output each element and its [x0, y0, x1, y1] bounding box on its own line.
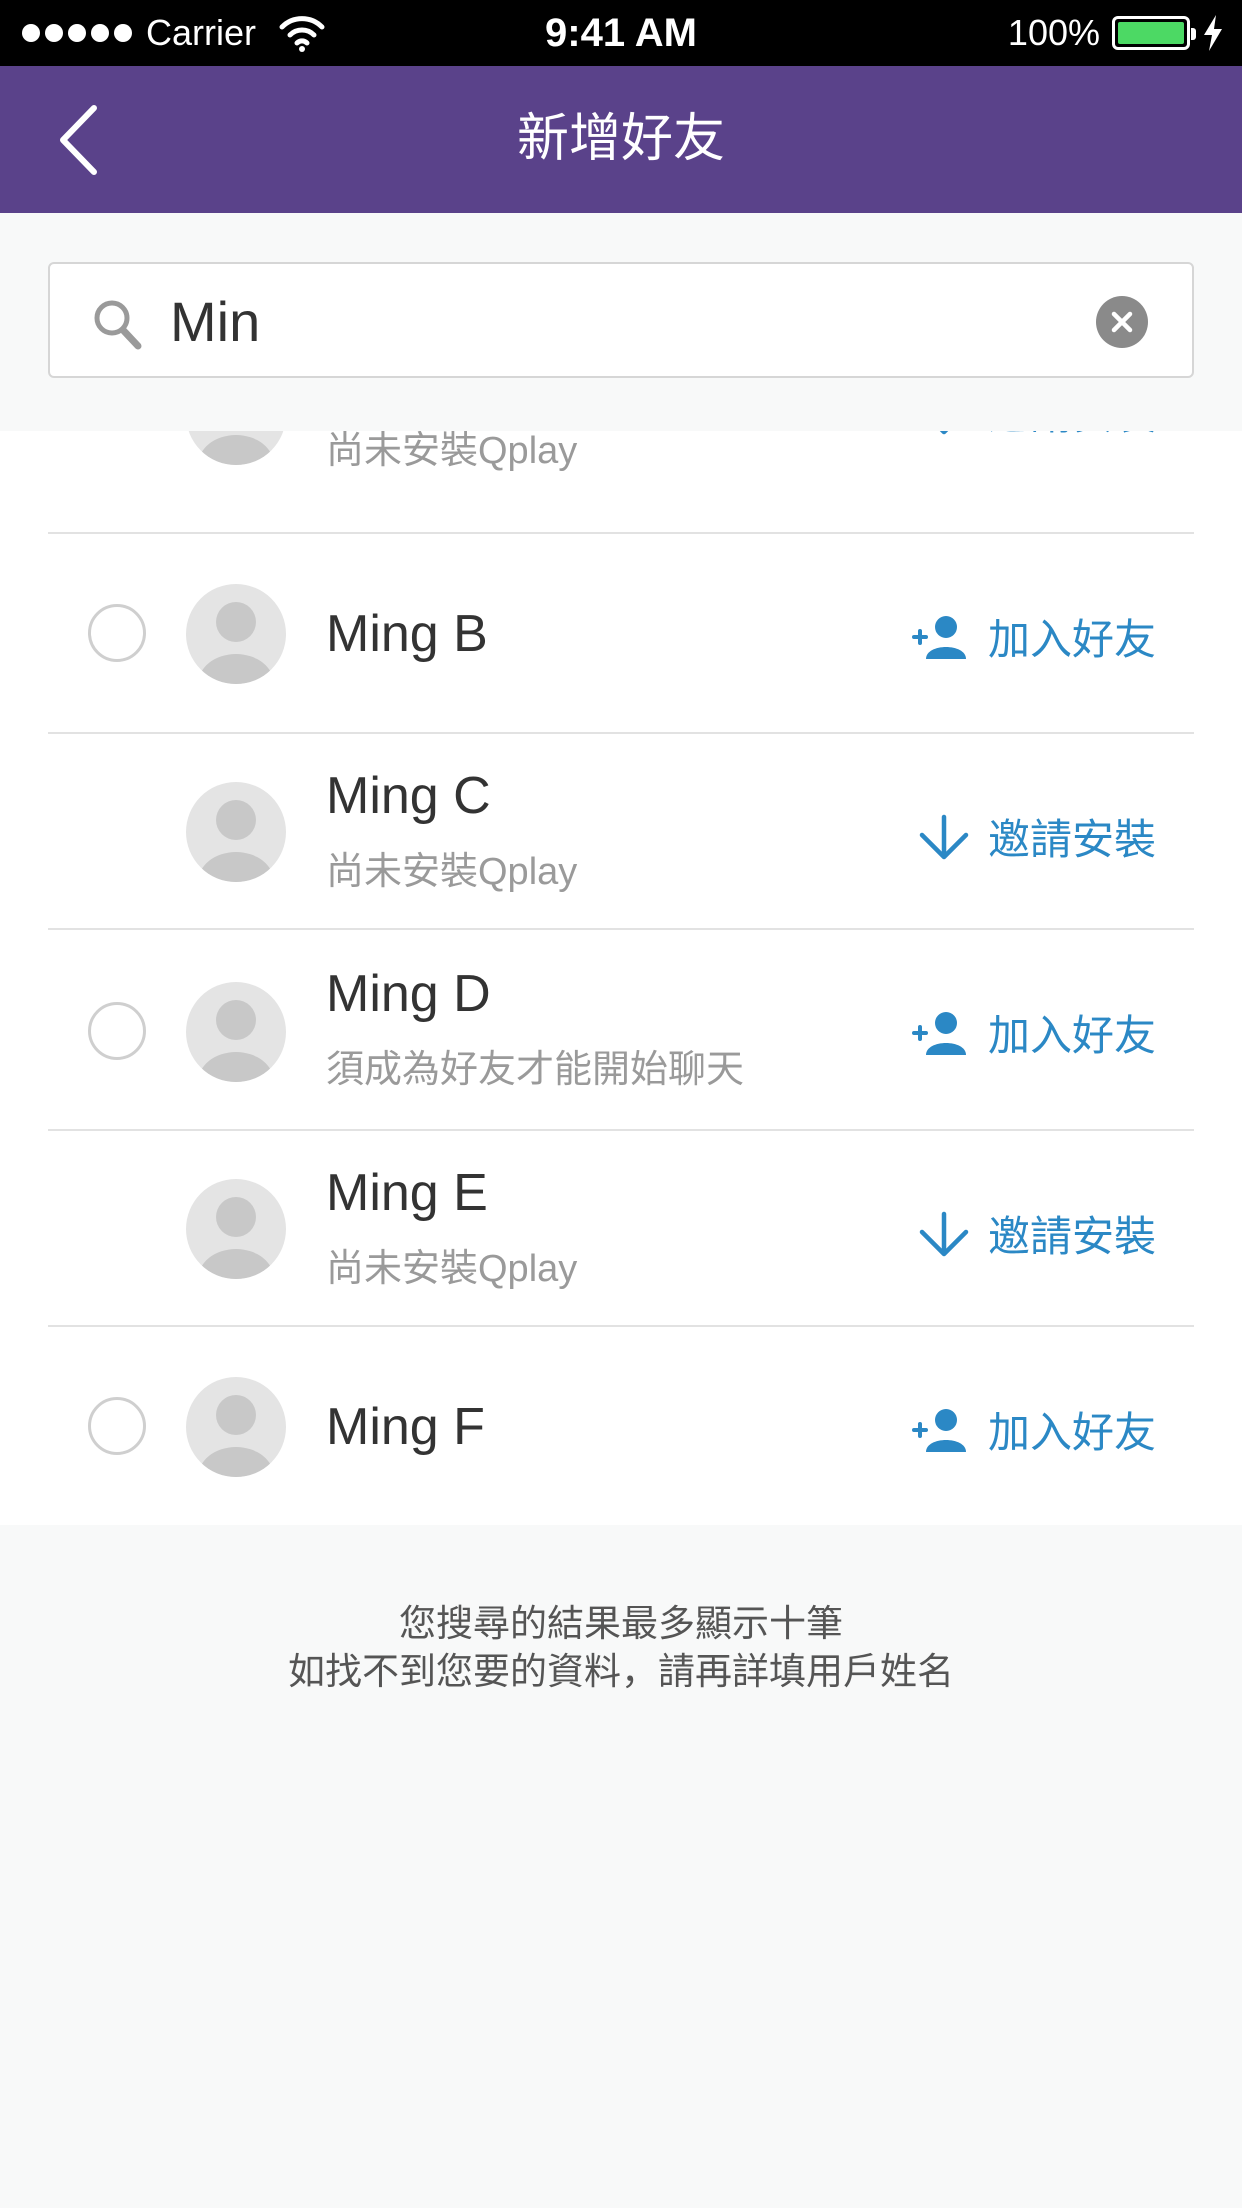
action-label: 加入好友	[987, 1409, 1156, 1456]
arrow-down-icon	[919, 1211, 969, 1256]
signal-strength-icon	[22, 24, 132, 42]
status-left: Carrier	[22, 0, 326, 66]
contact-name: Ming C	[326, 767, 491, 825]
back-button[interactable]	[58, 100, 138, 180]
contact-status: 尚未安裝Qplay	[326, 1248, 578, 1290]
select-radio[interactable]	[88, 1397, 146, 1455]
search-result-list: 尚未安裝Qplay 邀請安裝 Ming B 加入好友	[0, 375, 1242, 1525]
default-avatar-icon	[198, 1000, 274, 1082]
contact-status: 尚未安裝Qplay	[326, 851, 578, 893]
select-radio[interactable]	[88, 604, 146, 662]
list-item[interactable]: Ming E 尚未安裝Qplay 邀請安裝	[0, 1131, 1242, 1326]
list-item[interactable]: Ming B 加入好友	[0, 534, 1242, 733]
avatar	[186, 1377, 286, 1477]
add-friend-button[interactable]: 加入好友	[911, 1399, 1156, 1460]
contact-name: Ming E	[326, 1164, 488, 1222]
clear-search-button[interactable]	[1096, 296, 1148, 348]
list-item[interactable]: Ming F 加入好友	[0, 1327, 1242, 1525]
add-person-icon	[911, 1408, 966, 1452]
avatar	[186, 982, 286, 1082]
action-label: 加入好友	[987, 1012, 1156, 1059]
list-item[interactable]: Ming C 尚未安裝Qplay 邀請安裝	[0, 734, 1242, 929]
battery-percentage: 100%	[1007, 12, 1100, 53]
default-avatar-icon	[198, 602, 274, 684]
action-label: 加入好友	[987, 616, 1156, 663]
add-friend-button[interactable]: 加入好友	[911, 606, 1156, 667]
avatar	[186, 584, 286, 684]
add-friend-button[interactable]: 加入好友	[911, 1002, 1156, 1063]
note-line-1: 您搜尋的結果最多顯示十筆	[399, 1603, 843, 1644]
battery-fill	[1118, 22, 1184, 44]
search-box	[48, 262, 1194, 378]
contact-name: Ming F	[326, 1398, 485, 1456]
contact-name: Ming B	[326, 605, 488, 663]
status-bar: Carrier 9:41 AM 100%	[0, 0, 1242, 66]
battery-icon	[1112, 16, 1196, 50]
select-radio[interactable]	[88, 1002, 146, 1060]
chevron-left-icon	[60, 105, 97, 175]
add-person-icon	[911, 1011, 966, 1055]
nav-bar: 新增好友	[0, 66, 1242, 213]
default-avatar-icon	[198, 1197, 274, 1279]
list-item[interactable]: Ming D 須成為好友才能開始聊天 加入好友	[0, 930, 1242, 1130]
status-right: 100%	[1008, 0, 1224, 66]
search-icon	[94, 300, 142, 350]
action-label: 邀請安裝	[987, 816, 1156, 863]
page-title: 新增好友	[516, 110, 725, 168]
search-input[interactable]	[170, 282, 1070, 360]
search-limit-note: 您搜尋的結果最多顯示十筆 如找不到您要的資料，請再詳填用戶姓名	[0, 1600, 1242, 1696]
invite-install-button[interactable]: 邀請安裝	[916, 806, 1156, 867]
arrow-down-icon	[919, 814, 969, 859]
default-avatar-icon	[198, 800, 274, 882]
avatar	[186, 782, 286, 882]
action-label: 邀請安裝	[987, 1213, 1156, 1260]
wifi-icon	[279, 16, 325, 52]
invite-install-button[interactable]: 邀請安裝	[916, 1203, 1156, 1264]
search-area	[0, 213, 1242, 431]
carrier-label: Carrier	[146, 12, 257, 53]
contact-status: 須成為好友才能開始聊天	[326, 1049, 745, 1091]
charging-bolt-icon	[1204, 15, 1222, 51]
contact-name: Ming D	[326, 965, 491, 1023]
add-person-icon	[911, 615, 966, 659]
avatar	[186, 1179, 286, 1279]
default-avatar-icon	[198, 1395, 274, 1477]
close-icon	[1111, 311, 1133, 333]
note-line-2: 如找不到您要的資料，請再詳填用戶姓名	[288, 1651, 954, 1692]
